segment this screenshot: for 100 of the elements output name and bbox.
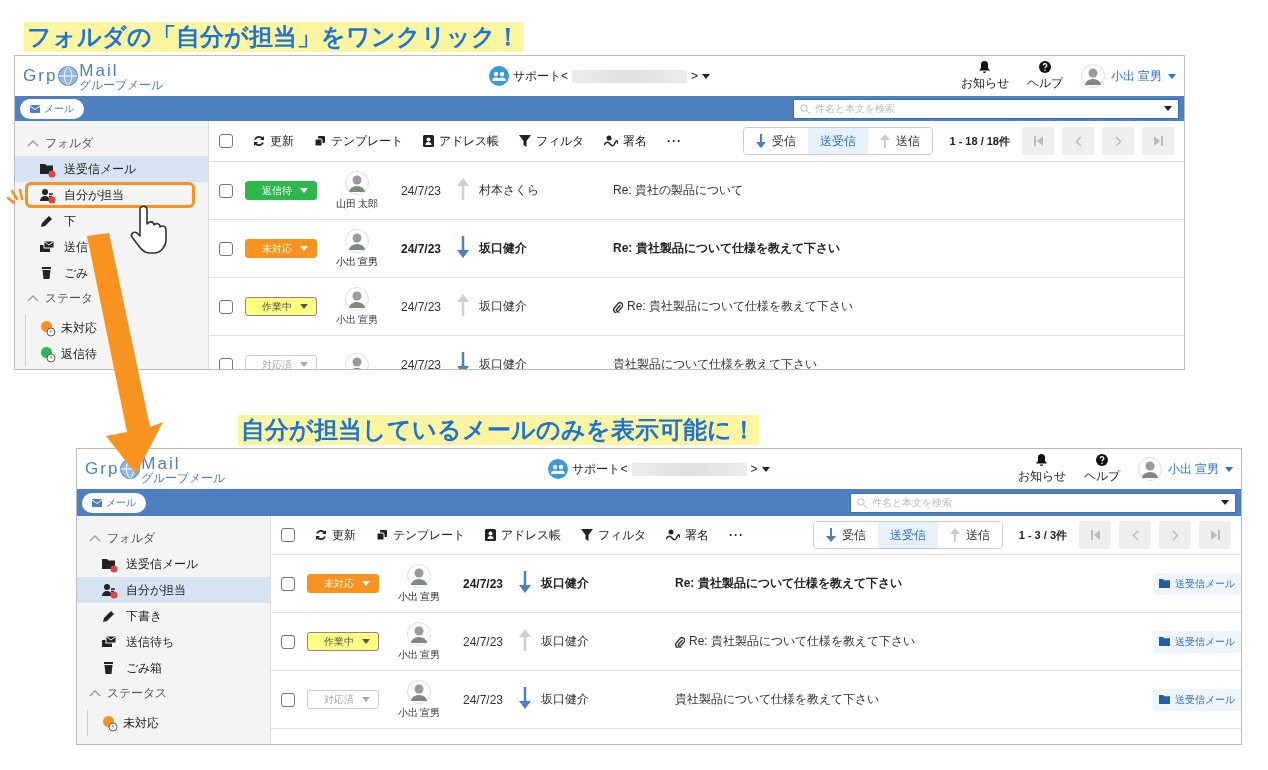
mail-date: 24/7/23 xyxy=(463,692,505,707)
folder-item[interactable]: ごみ箱 xyxy=(77,655,270,681)
more-button[interactable]: ··· xyxy=(729,528,744,542)
folder-label: 下 xyxy=(64,212,76,230)
folder-icon xyxy=(1159,637,1170,646)
caret-icon xyxy=(300,188,308,193)
mail-row[interactable]: 作業中 小出 宣男 24/7/23 坂口健介 Re: 貴社製品について仕様を教えて下さい 送受信メール xyxy=(271,613,1241,671)
folder-label: 送受信メール xyxy=(126,555,198,573)
mail-row[interactable]: 未対応 小出 宣男 24/7/23 坂口健介 Re: 貴社製品について仕様を教えて下さい xyxy=(209,220,1184,278)
caret-icon xyxy=(1221,500,1229,505)
folder-item[interactable]: 送信待ち xyxy=(77,629,270,655)
folder-tag[interactable]: 送受信メール xyxy=(1153,572,1241,595)
status-dropdown[interactable]: 作業中 xyxy=(307,632,379,651)
signature-icon xyxy=(604,135,618,147)
template-button[interactable]: テンプレート xyxy=(376,526,465,544)
address-book-icon xyxy=(485,529,496,541)
refresh-button[interactable]: 更新 xyxy=(315,526,356,544)
header-action-label[interactable]: ヘルプ xyxy=(1026,74,1063,92)
search-field[interactable]: 件名と本文を検索 xyxy=(850,492,1236,513)
row-checkbox[interactable] xyxy=(219,183,233,198)
signature-button[interactable]: 署名 xyxy=(666,526,709,544)
folder-tag[interactable]: 送受信メール xyxy=(1153,688,1241,711)
folder-label: 自分が担当 xyxy=(64,186,124,204)
select-all-checkbox[interactable] xyxy=(219,134,233,148)
header-action-label[interactable]: ヘルプ xyxy=(1083,467,1120,485)
folder-item[interactable]: ごみ xyxy=(15,260,208,286)
mail-sender: 坂口健介 xyxy=(479,356,528,369)
caret-icon xyxy=(300,246,308,251)
contacts-button[interactable]: アドレス帳 xyxy=(423,132,499,150)
folder-item[interactable]: 下書き xyxy=(77,603,270,629)
assignee-name: 小出 宣男 xyxy=(335,254,379,269)
user-name[interactable]: 小出 宣男 xyxy=(1167,460,1219,478)
up-arrow-icon xyxy=(880,134,891,148)
section-header[interactable]: フォルダ xyxy=(45,135,93,152)
logo-tagline: グループメール xyxy=(79,78,164,91)
status-filter-item[interactable]: 未対応 xyxy=(61,319,97,337)
section-header[interactable]: フォルダ xyxy=(107,530,155,547)
page-count: 1 - 18 / 18件 xyxy=(949,133,1010,149)
header-action-label[interactable]: お知らせ xyxy=(1017,467,1066,485)
caret-icon xyxy=(1225,466,1233,472)
row-checkbox[interactable] xyxy=(281,576,295,591)
direction-tab[interactable]: 送受信 xyxy=(808,128,869,154)
row-checkbox[interactable] xyxy=(281,634,295,649)
contacts-button[interactable]: アドレス帳 xyxy=(485,526,561,544)
folder-tag[interactable]: 送受信メール xyxy=(1153,630,1241,653)
more-button[interactable]: ··· xyxy=(667,134,682,148)
select-all-checkbox[interactable] xyxy=(281,528,295,542)
folder-item[interactable]: 送受信メール xyxy=(15,156,208,182)
status-filter-item[interactable]: 返信待 xyxy=(61,345,97,363)
envelope-icon xyxy=(30,104,40,113)
direction-tab[interactable]: 送受信 xyxy=(877,522,938,548)
search-icon xyxy=(800,103,810,114)
signature-button[interactable]: 署名 xyxy=(604,132,647,150)
down-arrow-icon xyxy=(825,528,836,542)
row-checkbox[interactable] xyxy=(219,357,233,369)
copy-icon xyxy=(376,529,388,541)
folder-item[interactable]: 自分が担当 xyxy=(77,577,270,603)
bell-icon[interactable] xyxy=(979,60,991,73)
status-dropdown[interactable]: 作業中 xyxy=(245,297,317,316)
section-header[interactable]: ステータス xyxy=(107,685,167,702)
help-icon[interactable] xyxy=(1038,60,1051,73)
mail-tab[interactable]: メール xyxy=(20,98,84,119)
search-field[interactable]: 件名と本文を検索 xyxy=(793,98,1179,119)
mail-row[interactable]: 対応済 小出 宣男 24/7/23 坂口健介 貴社製品について仕様を教えて下さい 送受信メール xyxy=(271,671,1241,729)
mail-row[interactable]: 返信待 山田 太郎 24/7/23 村本さくら Re: 貴社の製品について xyxy=(209,162,1184,220)
folder-item[interactable]: 下 xyxy=(15,208,208,234)
mail-row[interactable]: 作業中 小出 宣男 24/7/23 坂口健介 Re: 貴社製品について仕様を教えて下さい xyxy=(209,278,1184,336)
chevron-right-icon xyxy=(1114,135,1122,147)
row-checkbox[interactable] xyxy=(281,692,295,707)
mail-tab[interactable]: メール xyxy=(82,492,146,513)
filter-icon xyxy=(581,529,593,541)
status-filter-item[interactable]: 未対応 xyxy=(123,714,159,732)
account-label: > xyxy=(691,69,698,83)
avatar-icon xyxy=(345,228,369,253)
chevron-left-icon xyxy=(1131,529,1139,541)
folder-item[interactable]: 送信 xyxy=(15,234,208,260)
mail-sender: 坂口健介 xyxy=(541,691,590,708)
mail-row[interactable]: 未対応 小出 宣男 24/7/23 坂口健介 Re: 貴社製品について仕様を教えて下さい 送受信メール xyxy=(271,555,1241,613)
filter-button[interactable]: フィルタ xyxy=(519,132,584,150)
section-header[interactable]: ステータ xyxy=(45,290,93,307)
refresh-button[interactable]: 更新 xyxy=(253,132,294,150)
people-icon xyxy=(489,66,509,86)
last-page-icon xyxy=(1210,530,1220,540)
folder-item[interactable]: 送受信メール xyxy=(77,551,270,577)
avatar-icon xyxy=(345,170,369,195)
row-checkbox[interactable] xyxy=(219,299,233,314)
bell-icon[interactable] xyxy=(1036,453,1048,466)
avatar-icon xyxy=(407,621,431,646)
search-input[interactable]: 件名と本文を検索 xyxy=(872,497,1216,508)
spark-lines xyxy=(6,188,24,205)
header-action-label[interactable]: お知らせ xyxy=(960,74,1009,92)
search-input[interactable]: 件名と本文を検索 xyxy=(815,103,1159,114)
row-checkbox[interactable] xyxy=(219,241,233,256)
folder-item[interactable]: 自分が担当 xyxy=(25,182,195,208)
folder-icon xyxy=(1159,695,1170,704)
user-name[interactable]: 小出 宣男 xyxy=(1110,67,1162,85)
help-icon[interactable] xyxy=(1095,453,1108,466)
template-button[interactable]: テンプレート xyxy=(314,132,403,150)
logo-tagline: グループメール xyxy=(141,471,226,484)
filter-button[interactable]: フィルタ xyxy=(581,526,646,544)
